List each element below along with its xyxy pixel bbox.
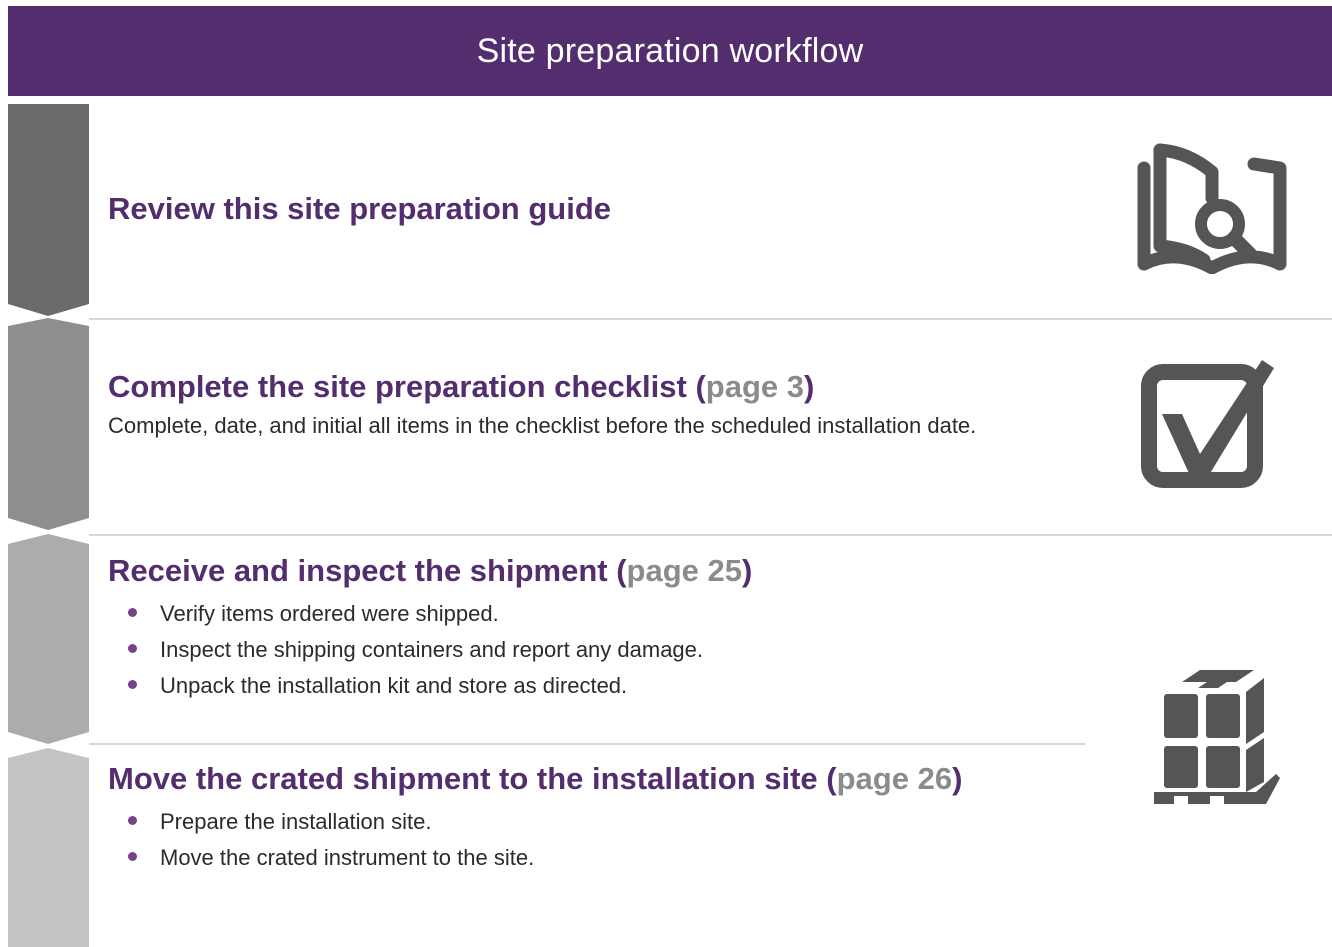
bullet-list: Prepare the installation site. Move the …: [108, 804, 968, 876]
page-reference-link[interactable]: page 25: [627, 553, 742, 588]
step-description: Complete, date, and initial all items in…: [108, 413, 977, 438]
step-3-chevron: [8, 534, 89, 744]
step-2-chevron: [8, 318, 89, 530]
step-4-chevron: [8, 748, 89, 947]
step-move-shipment: Move the crated shipment to the installa…: [108, 760, 968, 876]
page-reference-link[interactable]: page 26: [837, 761, 952, 796]
step-complete-checklist: Complete the site preparation checklist …: [108, 368, 1068, 442]
page-title: Site preparation workflow: [476, 31, 864, 70]
divider-1: [89, 318, 1332, 320]
list-item: Verify items ordered were shipped.: [108, 596, 752, 632]
divider-3: [89, 743, 1085, 745]
bullet-list: Verify items ordered were shipped. Inspe…: [108, 596, 752, 704]
step-title: Complete the site preparation checklist …: [108, 369, 815, 404]
step-review-guide: Review this site preparation guide: [108, 190, 611, 228]
list-item: Prepare the installation site.: [108, 804, 968, 840]
list-item: Move the crated instrument to the site.: [108, 840, 968, 876]
step-receive-inspect: Receive and inspect the shipment (page 2…: [108, 552, 752, 704]
step-1-chevron: [8, 104, 89, 316]
divider-2: [89, 534, 1332, 536]
checkbox-checked-icon: [1141, 360, 1274, 488]
list-item: Unpack the installation kit and store as…: [108, 668, 752, 704]
step-title: Move the crated shipment to the installa…: [108, 761, 963, 796]
step-title: Receive and inspect the shipment (page 2…: [108, 553, 753, 588]
book-magnifier-icon: [1137, 143, 1287, 274]
workflow-header: Site preparation workflow: [8, 6, 1332, 96]
step-title: Review this site preparation guide: [108, 191, 612, 226]
page-reference-link[interactable]: page 3: [706, 369, 804, 404]
list-item: Inspect the shipping containers and repo…: [108, 632, 752, 668]
crated-pallet-icon: [1154, 670, 1280, 806]
